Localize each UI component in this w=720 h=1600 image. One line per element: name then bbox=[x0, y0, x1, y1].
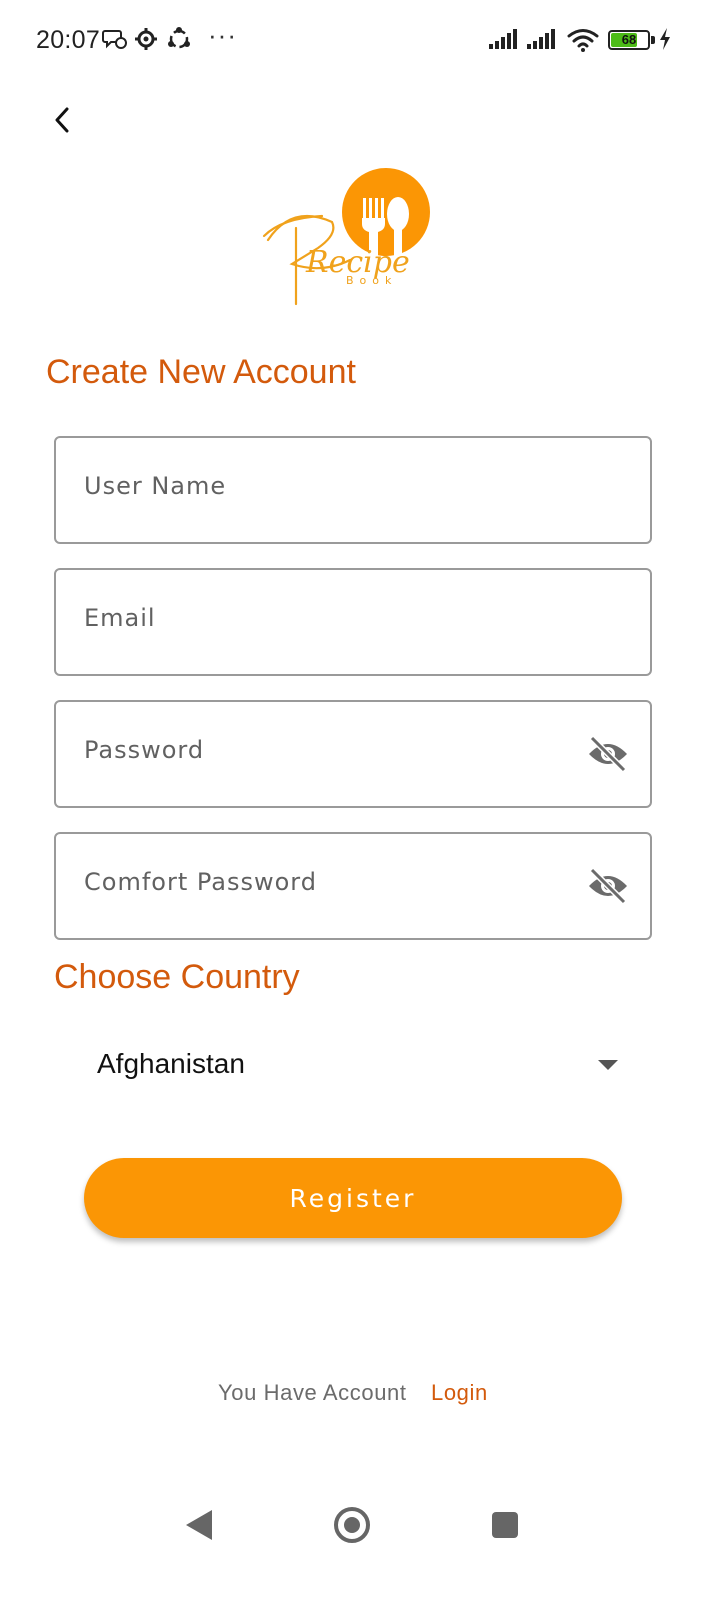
register-button[interactable]: Register bbox=[84, 1158, 622, 1238]
username-field[interactable]: User Name bbox=[54, 436, 652, 544]
settings-gear-icon bbox=[135, 28, 157, 50]
login-link[interactable]: Login bbox=[431, 1380, 488, 1406]
choose-country-heading: Choose Country bbox=[54, 958, 300, 996]
password-field[interactable]: Password bbox=[54, 700, 652, 808]
email-field[interactable]: Email bbox=[54, 568, 652, 676]
chevron-left-icon bbox=[55, 107, 69, 133]
battery-level: 68 bbox=[621, 32, 637, 47]
more-dots-icon: ··· bbox=[208, 20, 237, 50]
system-nav-bar bbox=[0, 1486, 720, 1566]
back-button[interactable] bbox=[40, 98, 84, 142]
chat-icon bbox=[102, 30, 127, 49]
eye-off-icon[interactable] bbox=[586, 866, 630, 906]
home-circle-icon[interactable] bbox=[334, 1507, 370, 1543]
have-account-prompt: You Have Account bbox=[218, 1380, 407, 1405]
eye-off-icon[interactable] bbox=[586, 734, 630, 774]
battery-cap bbox=[651, 36, 655, 44]
status-bar: 20:07 ··· 68 bbox=[0, 0, 720, 80]
charging-icon bbox=[660, 28, 670, 50]
signal-icon bbox=[489, 29, 517, 49]
back-triangle-icon[interactable] bbox=[186, 1510, 212, 1540]
recents-square-icon[interactable] bbox=[492, 1512, 518, 1538]
confirm-password-field[interactable]: Comfort Password bbox=[54, 832, 652, 940]
register-label: Register bbox=[289, 1183, 417, 1213]
username-placeholder: User Name bbox=[84, 472, 227, 500]
signal-icon bbox=[527, 29, 555, 49]
page-title: Create New Account bbox=[46, 353, 356, 391]
country-dropdown[interactable]: Afghanistan bbox=[84, 1028, 636, 1104]
country-selected-value: Afghanistan bbox=[97, 1048, 245, 1079]
home-dot bbox=[344, 1517, 360, 1533]
status-time: 20:07 bbox=[36, 26, 101, 54]
wifi-icon bbox=[567, 29, 599, 52]
logo-sub: Book bbox=[346, 274, 397, 287]
battery-icon: 68 bbox=[608, 30, 650, 50]
caret-down-icon bbox=[598, 1060, 618, 1070]
sync-icon bbox=[168, 27, 190, 49]
recipe-book-logo: Recipe Book bbox=[262, 168, 430, 306]
email-placeholder: Email bbox=[84, 604, 156, 632]
confirm-password-placeholder: Comfort Password bbox=[84, 868, 317, 896]
password-placeholder: Password bbox=[84, 736, 205, 764]
